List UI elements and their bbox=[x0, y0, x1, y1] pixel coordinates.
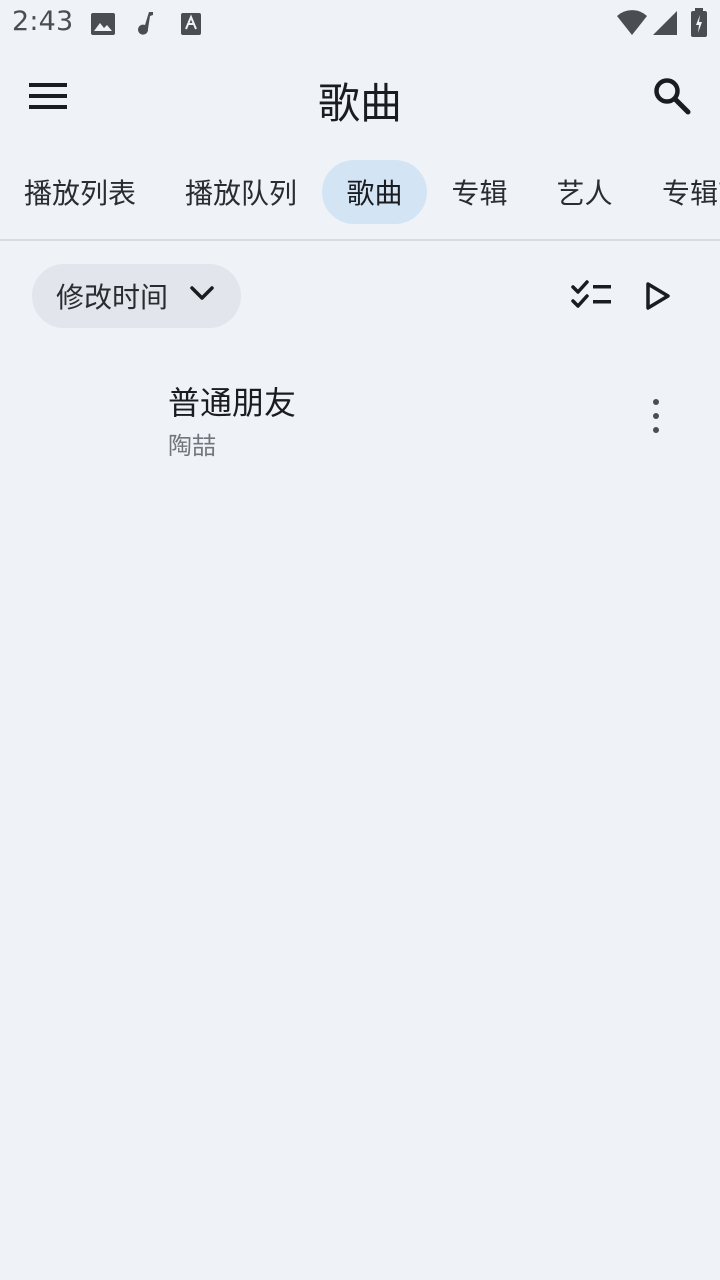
search-button[interactable] bbox=[644, 68, 700, 124]
song-more-button[interactable] bbox=[628, 388, 684, 444]
search-icon bbox=[654, 78, 691, 115]
tab-label: 播放队列 bbox=[184, 177, 297, 210]
more-vert-icon bbox=[653, 399, 659, 433]
tab-label: 专辑 bbox=[451, 177, 508, 210]
app-bar: 歌曲 bbox=[0, 48, 720, 148]
tab-album-artists[interactable]: 专辑艺 bbox=[642, 160, 720, 224]
tab-label: 专辑艺 bbox=[662, 177, 720, 210]
page-title: 歌曲 bbox=[317, 79, 402, 128]
tab-songs[interactable]: 歌曲 bbox=[322, 160, 427, 224]
font-icon bbox=[180, 12, 202, 40]
tab-artists[interactable]: 艺人 bbox=[537, 160, 632, 224]
wifi-icon bbox=[616, 10, 648, 40]
checklist-icon bbox=[571, 280, 611, 308]
song-title: 普通朋友 bbox=[168, 384, 297, 422]
tab-label: 播放列表 bbox=[23, 177, 136, 210]
play-icon bbox=[646, 282, 670, 310]
status-bar: 2:43 bbox=[0, 0, 720, 48]
sort-label: 修改时间 bbox=[56, 281, 169, 314]
tab-divider bbox=[0, 239, 720, 241]
song-artist: 陶喆 bbox=[168, 432, 216, 460]
battery-charging-icon bbox=[690, 8, 708, 42]
tab-play-queue[interactable]: 播放队列 bbox=[165, 160, 317, 224]
tab-albums[interactable]: 专辑 bbox=[432, 160, 527, 224]
tab-label: 艺人 bbox=[556, 177, 613, 210]
chevron-down-icon bbox=[190, 286, 214, 300]
tab-bar: 播放列表 播放队列 歌曲 专辑 艺人 专辑艺 bbox=[0, 152, 720, 240]
play-all-button[interactable] bbox=[630, 268, 686, 324]
select-button[interactable] bbox=[564, 268, 620, 324]
image-icon bbox=[90, 12, 116, 40]
song-list-item[interactable]: 普通朋友 陶喆 bbox=[0, 360, 720, 472]
music-note-icon bbox=[136, 10, 158, 42]
signal-icon bbox=[652, 10, 678, 40]
tab-playlists[interactable]: 播放列表 bbox=[4, 160, 156, 224]
status-time: 2:43 bbox=[12, 6, 74, 37]
tab-label: 歌曲 bbox=[346, 177, 403, 210]
sort-chip[interactable]: 修改时间 bbox=[32, 264, 241, 328]
